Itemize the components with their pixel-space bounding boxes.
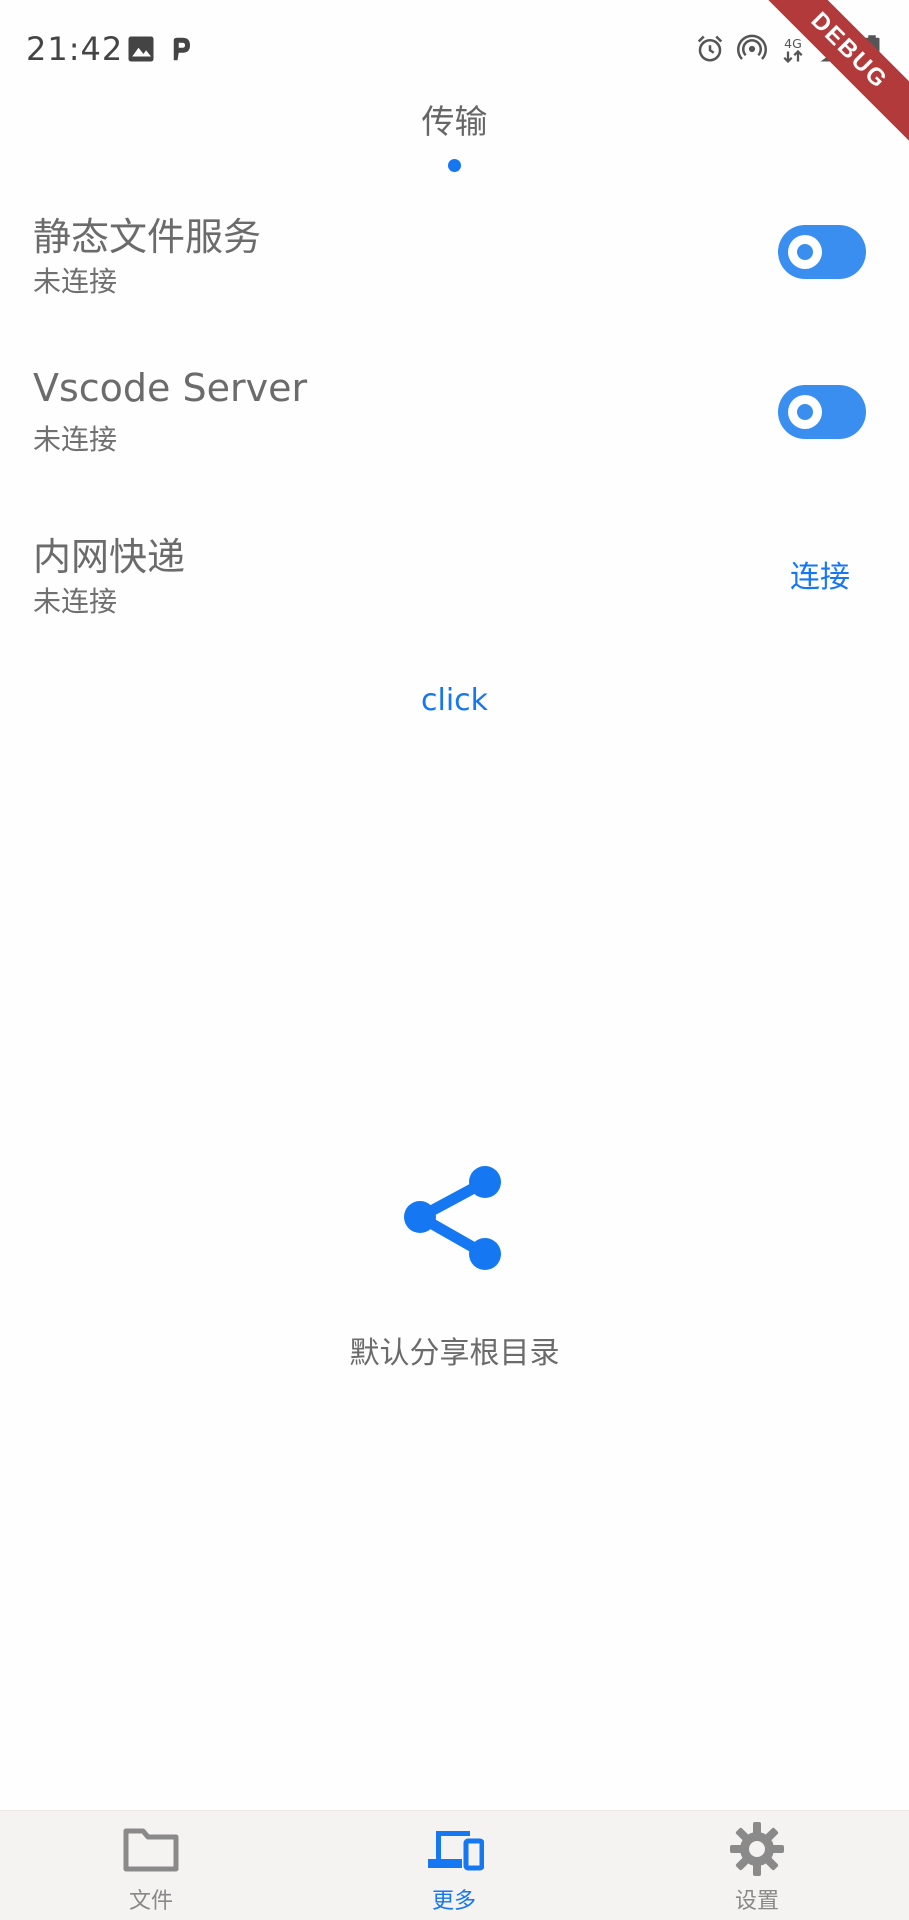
status-time: 21:42 — [26, 30, 124, 68]
list-item-static-file-service[interactable]: 静态文件服务 未连接 — [0, 200, 909, 310]
row-title: 静态文件服务 — [33, 215, 262, 259]
app-screen: 21:42 4G DEBUG 传输 静态文件服务 未连接 Vscode Serv… — [0, 0, 909, 1920]
connect-button[interactable]: 连接 — [790, 552, 850, 596]
list-item-vscode-server[interactable]: Vscode Server 未连接 — [0, 360, 909, 470]
row-status: 未连接 — [33, 423, 118, 456]
nav-item-files[interactable]: 文件 — [51, 1811, 251, 1920]
toggle-knob-dot — [797, 244, 813, 260]
nav-label: 更多 — [431, 1889, 476, 1914]
tab-indicator — [448, 159, 461, 172]
folder-icon — [123, 1828, 179, 1872]
nav-label: 文件 — [128, 1889, 173, 1914]
tab-transfer[interactable]: 传输 — [0, 95, 909, 143]
image-icon — [128, 36, 154, 62]
click-button[interactable]: click — [0, 683, 909, 718]
nav-item-more[interactable]: 更多 — [354, 1811, 554, 1920]
gear-icon — [730, 1822, 784, 1876]
row-status: 未连接 — [33, 265, 118, 298]
status-bar: 21:42 4G — [0, 0, 909, 100]
hotspot-icon — [737, 34, 767, 60]
parking-icon — [173, 37, 190, 61]
toggle-knob-dot — [797, 404, 813, 420]
devices-icon — [428, 1831, 484, 1871]
vscode-server-toggle[interactable] — [778, 385, 866, 439]
share-caption: 默认分享根目录 — [349, 1336, 560, 1371]
network-label: 4G — [784, 36, 802, 51]
row-title: 内网快递 — [33, 535, 186, 579]
row-status: 未连接 — [33, 585, 118, 618]
nav-label: 设置 — [734, 1889, 779, 1914]
share-icon[interactable] — [402, 1162, 506, 1272]
row-title: Vscode Server — [33, 366, 308, 410]
nav-item-settings[interactable]: 设置 — [657, 1811, 857, 1920]
toggle-knob — [788, 395, 822, 429]
network-4g-icon: 4G — [783, 36, 803, 64]
alarm-icon — [697, 35, 723, 62]
toggle-knob — [788, 235, 822, 269]
tab-transfer-label: 传输 — [421, 102, 488, 141]
list-item-lan-express[interactable]: 内网快递 未连接 连接 — [0, 520, 909, 630]
bottom-nav: 文件 更多 设置 — [0, 1810, 909, 1920]
static-file-service-toggle[interactable] — [778, 225, 866, 279]
